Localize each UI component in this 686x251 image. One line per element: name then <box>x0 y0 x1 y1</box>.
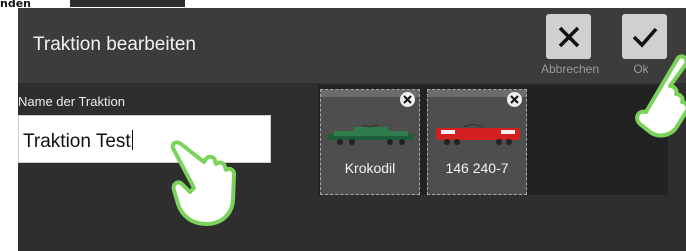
cancel-label: Abbrechen <box>540 62 600 76</box>
loco-name-krokodil: Krokodil <box>344 160 396 176</box>
cancel-button[interactable]: Abbrechen <box>540 14 600 84</box>
dialog-title: Traktion bearbeiten <box>33 34 197 55</box>
dialog-header: Traktion bearbeiten Abbrechen Ok <box>18 8 686 83</box>
loco-card-146-240-7[interactable]: 146 240-7 <box>427 89 527 195</box>
loco-card-krokodil[interactable]: Krokodil <box>320 89 420 195</box>
close-icon <box>546 14 591 59</box>
background-text-fragment: nden <box>0 0 30 8</box>
delete-icon[interactable] <box>507 92 522 107</box>
pointer-hand-icon <box>635 54 686 138</box>
delete-icon[interactable] <box>400 92 415 107</box>
pointer-hand-icon <box>170 140 237 226</box>
text-caret <box>131 130 133 150</box>
loco-image-krokodil <box>328 124 414 145</box>
background-bar-fragment <box>70 0 185 7</box>
traction-name-label: Name der Traktion <box>18 94 125 109</box>
loco-name-146-240-7: 146 240-7 <box>445 160 509 176</box>
traction-name-value: Traktion Test <box>23 131 131 152</box>
loco-image-146-240-7 <box>436 124 520 145</box>
